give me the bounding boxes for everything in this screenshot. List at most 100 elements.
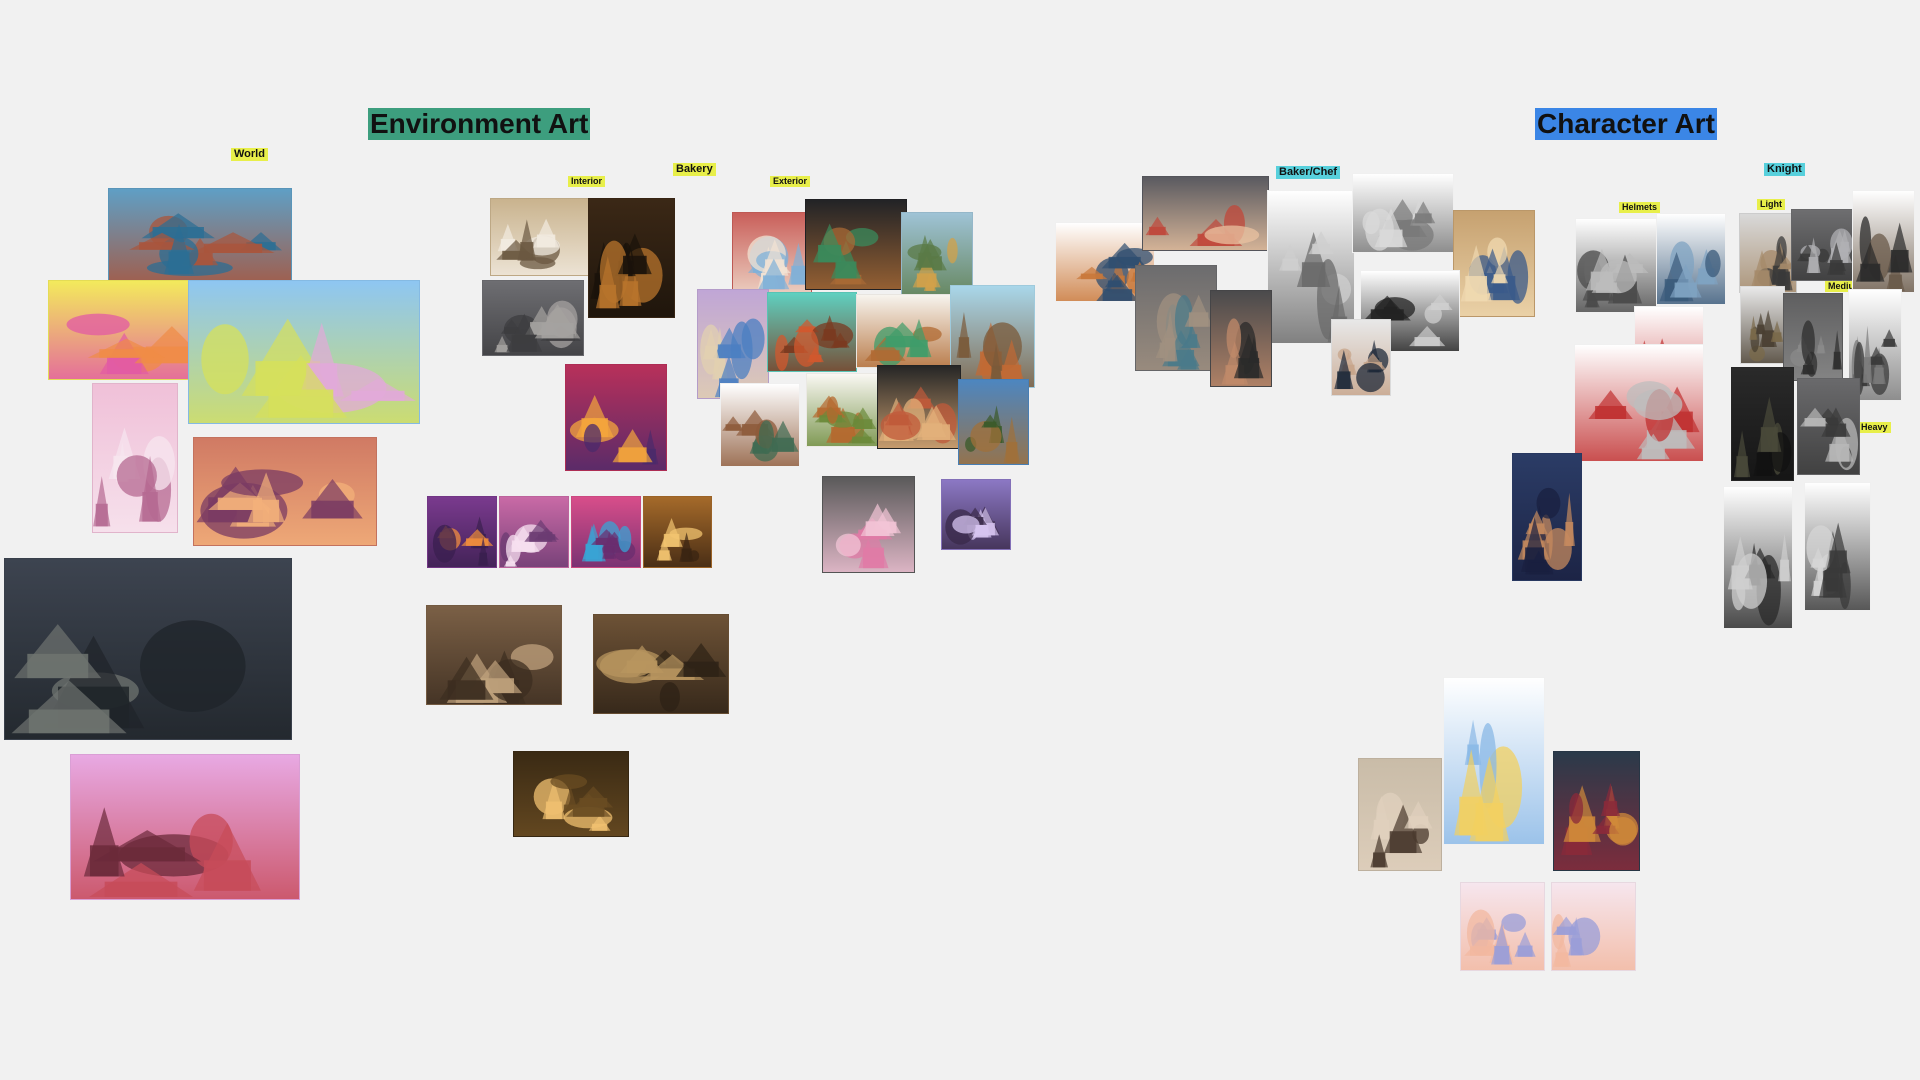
thumbnail-art	[71, 755, 299, 899]
image-card-candy-island[interactable]	[108, 188, 292, 282]
image-card-boxer[interactable]	[1512, 453, 1582, 581]
thumbnail-art	[1353, 174, 1453, 252]
thumbnail-art	[483, 281, 583, 355]
heading-environment-art[interactable]: Environment Art	[368, 108, 591, 140]
image-card-sweet-shop-2[interactable]	[499, 496, 569, 568]
image-card-pigtail-girl-1[interactable]	[1460, 882, 1545, 971]
image-card-candy-kingdom[interactable]	[188, 280, 420, 424]
image-card-orange-cottage-teal[interactable]	[767, 292, 857, 372]
image-card-helmet-sketches[interactable]	[1575, 218, 1657, 313]
thumbnail-art	[1554, 752, 1639, 870]
image-card-armor-callouts[interactable]	[1574, 344, 1704, 462]
thumbnail-art	[698, 290, 768, 398]
image-card-alice-watercolor[interactable]	[1443, 677, 1545, 845]
image-card-windmill-bakery[interactable]	[950, 285, 1035, 388]
image-card-dark-fantasy-city[interactable]	[4, 558, 292, 740]
image-card-blue-sky-cottage[interactable]	[958, 379, 1029, 465]
image-card-sweet-shop-3[interactable]	[571, 496, 641, 568]
thumbnail-art	[189, 281, 419, 423]
image-card-pastry-shop-window[interactable]	[565, 364, 667, 471]
image-card-bakery-counter-dark[interactable]	[588, 198, 675, 318]
image-card-green-roof-shop[interactable]	[856, 294, 954, 368]
tag-light[interactable]: Light	[1757, 199, 1785, 210]
tag-exterior[interactable]: Exterior	[770, 176, 811, 187]
tag-interior[interactable]: Interior	[568, 176, 606, 187]
image-card-girl-cook[interactable]	[1210, 290, 1272, 387]
thumbnail-art	[93, 384, 177, 532]
thumbnail-art	[566, 365, 666, 470]
thumbnail-art	[1211, 291, 1271, 386]
image-card-knight-sketch-1[interactable]	[1723, 486, 1793, 629]
tag-knight[interactable]: Knight	[1764, 163, 1805, 176]
image-card-purple-floating-hut[interactable]	[941, 479, 1011, 550]
thumbnail-art	[1359, 759, 1441, 870]
thumbnail-art	[721, 384, 799, 466]
thumbnail-art	[807, 374, 878, 446]
image-card-alice-tea-party[interactable]	[1553, 751, 1640, 871]
image-card-bread-shelves[interactable]	[643, 496, 712, 568]
thumbnail-art	[768, 293, 856, 371]
image-card-chef-photo[interactable]	[1331, 319, 1391, 396]
thumbnail-art	[1657, 214, 1725, 304]
thumbnail-art	[491, 199, 589, 275]
image-card-pink-street[interactable]	[92, 383, 178, 533]
image-card-cozy-bread-store[interactable]	[513, 751, 629, 837]
thumbnail-art	[959, 380, 1028, 464]
thumbnail-art	[1740, 214, 1796, 292]
tag-world[interactable]: World	[231, 148, 268, 161]
tag-helmets[interactable]: Helmets	[1619, 202, 1661, 213]
image-card-muscle-bakers[interactable]	[1142, 176, 1269, 251]
image-card-old-baker-sitting[interactable]	[1453, 210, 1535, 317]
tag-bakery[interactable]: Bakery	[673, 163, 716, 176]
thumbnail-art	[5, 559, 291, 739]
tag-baker-chef[interactable]: Baker/Chef	[1276, 166, 1341, 179]
image-card-bakery-map-1[interactable]	[426, 605, 562, 705]
image-card-alice-portrait[interactable]	[1358, 758, 1442, 871]
thumbnail-art	[500, 497, 568, 567]
thumbnail-art	[1552, 883, 1635, 970]
image-card-wizard-cook[interactable]	[1135, 265, 1217, 371]
image-card-candy-village[interactable]	[193, 437, 377, 546]
image-card-brown-roof-bakery[interactable]	[877, 365, 961, 449]
thumbnail-art	[594, 615, 728, 713]
image-card-bakery-isometric-grey[interactable]	[482, 280, 584, 356]
thumbnail-art	[572, 497, 640, 567]
thumbnail-art	[514, 752, 628, 836]
thumbnail-art	[1853, 191, 1914, 292]
thumbnail-art	[1513, 454, 1581, 580]
thumbnail-art	[823, 477, 914, 572]
image-card-chef-lineup[interactable]	[1352, 173, 1454, 253]
thumbnail-art	[428, 497, 496, 567]
image-card-heavy-knight-dark[interactable]	[1731, 367, 1794, 481]
thumbnail-art	[427, 606, 561, 704]
thumbnail-art	[806, 200, 906, 289]
image-card-bakery-layout-sketch[interactable]	[490, 198, 590, 276]
thumbnail-art	[1798, 379, 1859, 474]
image-card-medium-knight-1[interactable]	[1740, 286, 1785, 364]
image-card-bakery-map-2[interactable]	[593, 614, 729, 714]
image-card-light-knight-dark[interactable]	[1852, 190, 1915, 293]
image-card-floating-dessert-island[interactable]	[70, 754, 300, 900]
image-card-light-knight-female[interactable]	[1739, 213, 1797, 293]
thumbnail-art	[1724, 487, 1792, 628]
image-card-pigtail-girl-2[interactable]	[1551, 882, 1636, 971]
thumbnail-art	[1461, 883, 1544, 970]
image-card-knight-sketch-2[interactable]	[1804, 482, 1871, 611]
image-card-striped-cottage[interactable]	[732, 212, 812, 296]
image-card-candy-cottage-grey[interactable]	[822, 476, 915, 573]
image-card-mushroom-houses[interactable]	[806, 373, 879, 447]
image-card-light-knight-grey[interactable]	[1791, 209, 1855, 281]
image-card-heavy-knight-grey[interactable]	[1797, 378, 1860, 475]
thumbnail-art	[109, 189, 291, 281]
image-card-green-roof-house-dark[interactable]	[805, 199, 907, 290]
thumbnail-art	[1332, 320, 1390, 395]
heading-character-art[interactable]: Character Art	[1535, 108, 1717, 140]
image-card-sweet-shop-1[interactable]	[427, 496, 497, 568]
thumbnail-art	[1444, 678, 1544, 844]
thumbnail-art	[1136, 266, 1216, 370]
moodboard-canvas[interactable]: Environment Art Character Art World Bake…	[0, 0, 1920, 1080]
thumbnail-art	[1792, 210, 1854, 280]
image-card-witch-hut[interactable]	[720, 383, 800, 467]
tag-heavy[interactable]: Heavy	[1858, 422, 1891, 433]
image-card-helmet-grid-blue[interactable]	[1656, 213, 1726, 305]
